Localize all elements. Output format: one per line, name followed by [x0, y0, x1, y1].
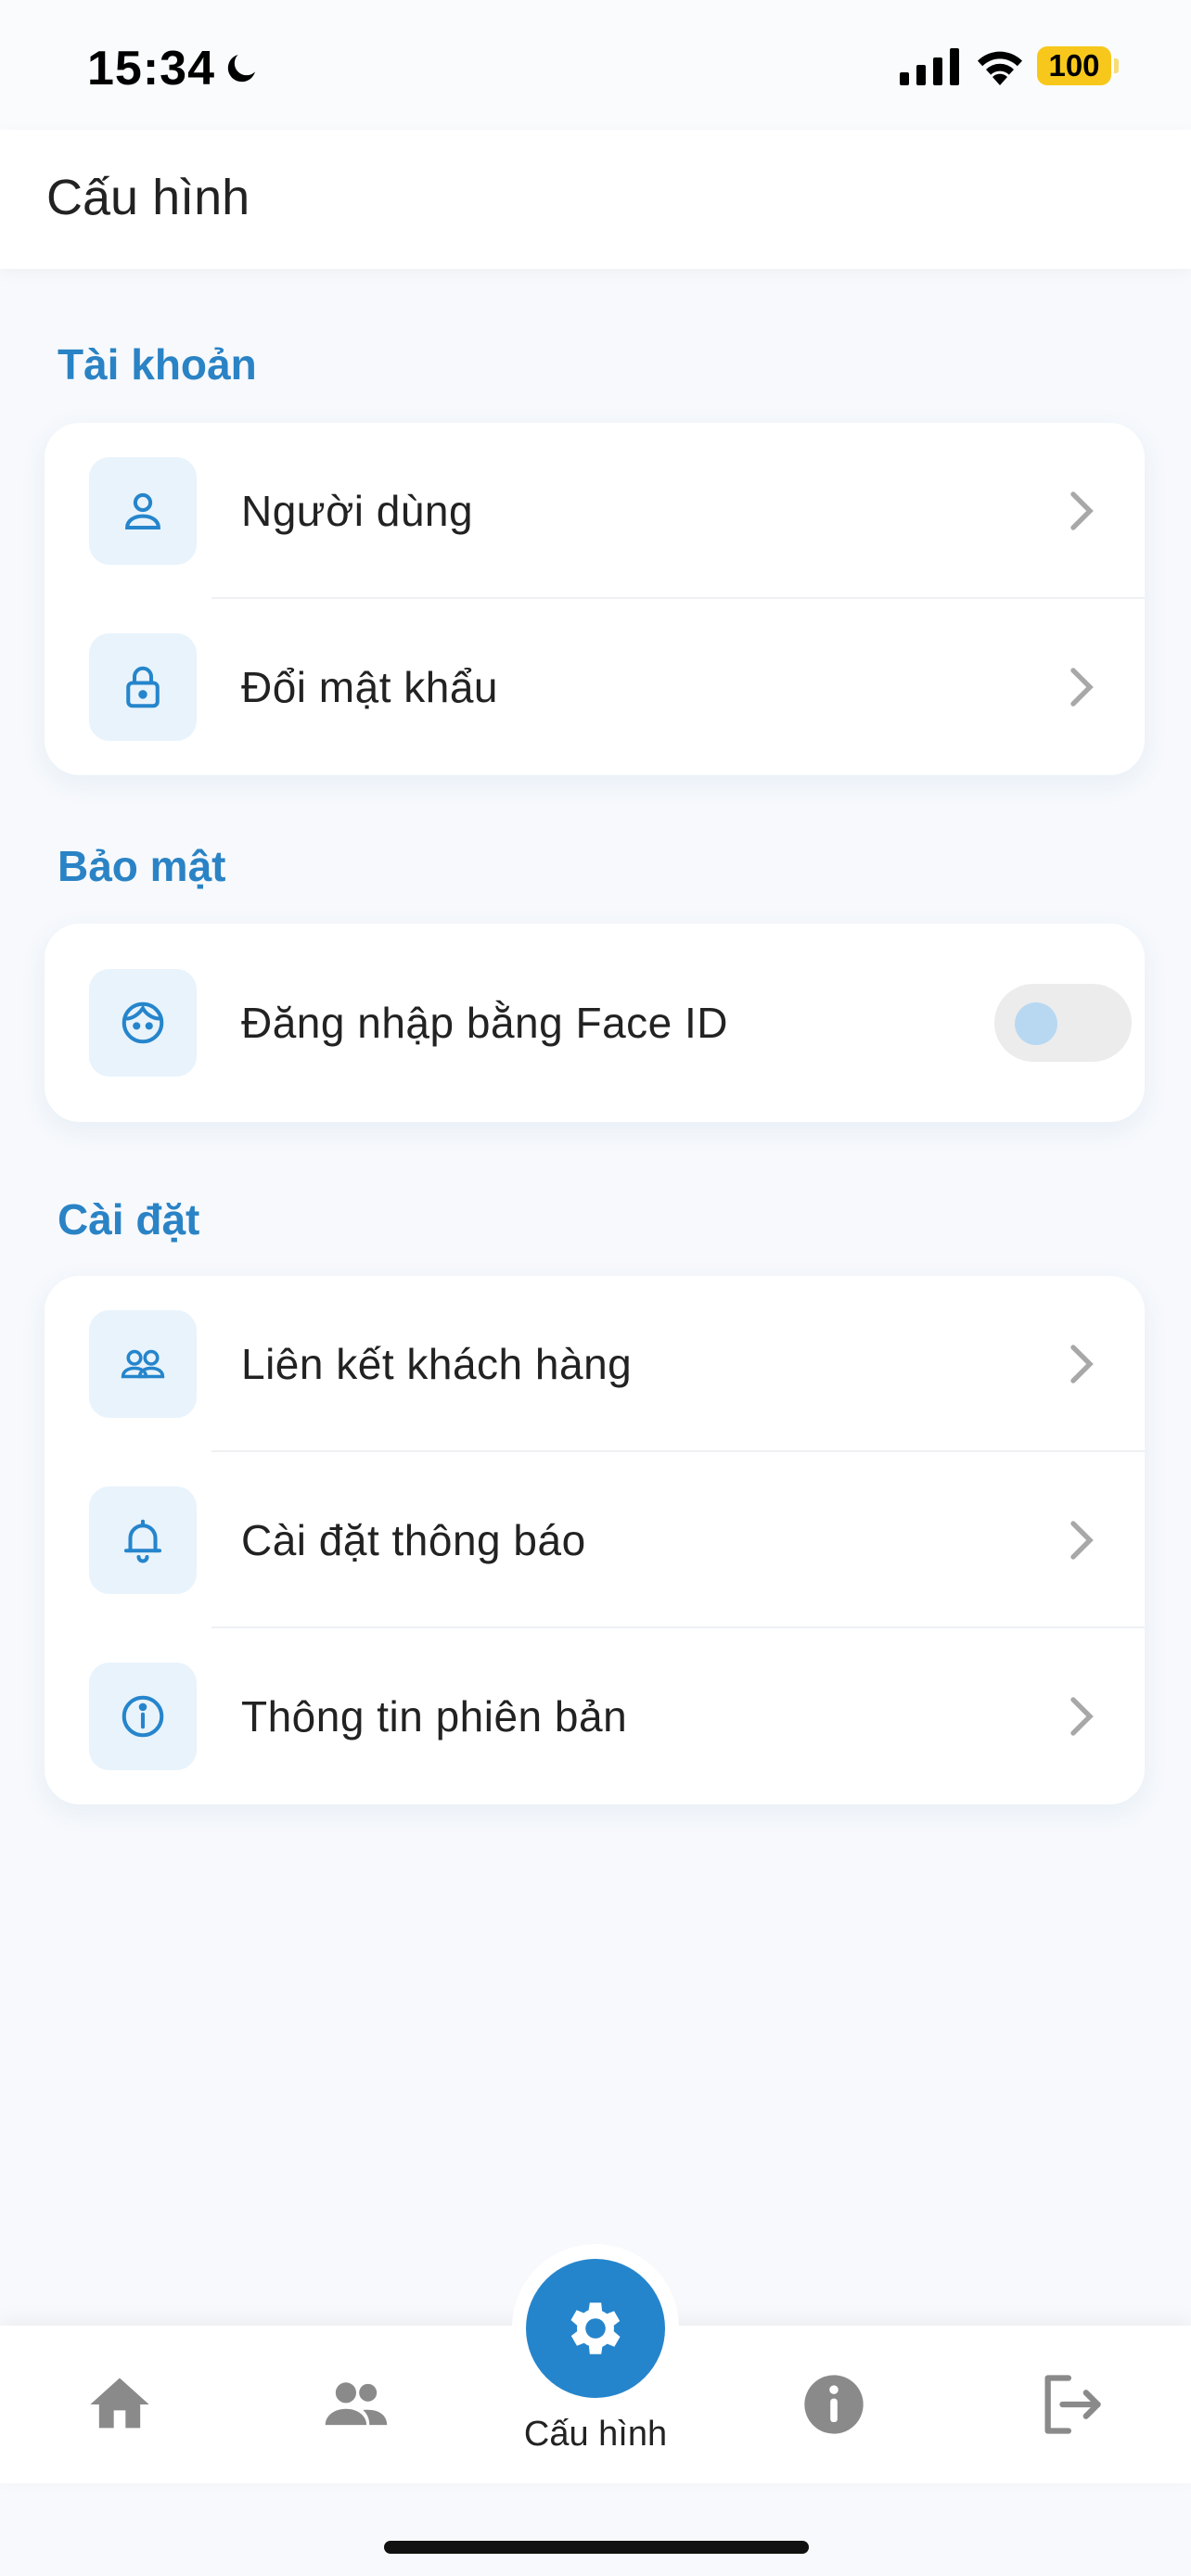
face-id-icon: [89, 969, 197, 1077]
user-icon: [89, 457, 197, 565]
nav-settings-label: Cấu hình: [523, 2415, 668, 2454]
info-icon: [89, 1663, 197, 1770]
home-icon: [90, 2378, 149, 2429]
section-title-settings: Cài đặt: [58, 1195, 200, 1243]
face-id-toggle[interactable]: [994, 984, 1132, 1062]
group-icon: [325, 2382, 388, 2426]
chevron-right-icon: [1070, 491, 1094, 530]
lock-icon: [89, 633, 197, 741]
menu-item-label: Thông tin phiên bản: [241, 1692, 628, 1741]
account-card: Người dùng Đổi mật khẩu: [45, 423, 1145, 775]
status-time: 15:34: [87, 42, 215, 96]
nav-group[interactable]: [314, 2363, 398, 2446]
menu-item-label: Đổi mật khẩu: [241, 663, 499, 711]
settings-gear-icon: [570, 2302, 621, 2354]
menu-item-label: Cài đặt thông báo: [241, 1516, 586, 1564]
section-title-account: Tài khoản: [58, 340, 257, 389]
logout-icon: [1044, 2375, 1101, 2434]
settings-card: Liên kết khách hàng Cài đặt thông báo Th…: [45, 1276, 1145, 1804]
chevron-right-icon: [1070, 668, 1094, 707]
menu-item-change-password[interactable]: Đổi mật khẩu: [45, 599, 1145, 775]
menu-item-label: Đăng nhập bằng Face ID: [241, 999, 729, 1047]
chevron-right-icon: [1070, 1345, 1094, 1384]
app-header: Cấu hình: [0, 130, 1191, 269]
nav-home[interactable]: [78, 2363, 161, 2446]
nav-settings-active[interactable]: [526, 2259, 665, 2398]
wifi-icon: [978, 51, 1022, 85]
menu-item-face-id: Đăng nhập bằng Face ID: [45, 924, 1145, 1122]
info-circle-icon: [804, 2375, 864, 2434]
battery-tip: [1114, 58, 1119, 73]
security-card: Đăng nhập bằng Face ID: [45, 924, 1145, 1122]
signal-icon: [900, 48, 959, 85]
battery-level: 100: [1048, 48, 1100, 83]
menu-item-version-info[interactable]: Thông tin phiên bản: [45, 1628, 1145, 1804]
menu-item-label: Người dùng: [241, 487, 474, 535]
moon-icon: [227, 55, 255, 83]
chevron-right-icon: [1070, 1697, 1094, 1736]
menu-item-label: Liên kết khách hàng: [241, 1340, 633, 1388]
menu-item-user[interactable]: Người dùng: [45, 423, 1145, 599]
menu-item-notification-settings[interactable]: Cài đặt thông báo: [45, 1452, 1145, 1628]
toggle-knob: [1015, 1002, 1057, 1045]
home-indicator: [384, 2541, 809, 2554]
bell-icon: [89, 1486, 197, 1594]
page-title: Cấu hình: [46, 170, 250, 225]
nav-logout[interactable]: [1030, 2363, 1113, 2446]
status-bar: 15:34 100: [0, 0, 1191, 130]
users-icon: [89, 1310, 197, 1418]
menu-item-link-customer[interactable]: Liên kết khách hàng: [45, 1276, 1145, 1452]
section-title-security: Bảo mật: [58, 842, 226, 890]
chevron-right-icon: [1070, 1521, 1094, 1560]
nav-info[interactable]: [792, 2363, 876, 2446]
battery-icon: 100: [1037, 46, 1111, 85]
